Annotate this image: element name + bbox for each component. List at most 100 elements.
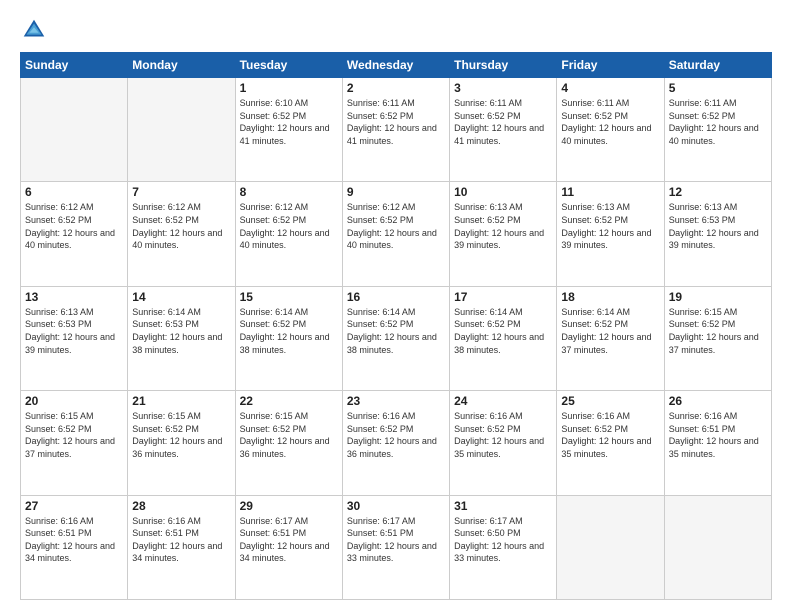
logo-icon: [20, 16, 48, 44]
calendar-cell: 24Sunrise: 6:16 AMSunset: 6:52 PMDayligh…: [450, 391, 557, 495]
day-info: Sunrise: 6:12 AMSunset: 6:52 PMDaylight:…: [25, 201, 123, 251]
day-number: 2: [347, 81, 445, 95]
logo: [20, 16, 52, 44]
day-info: Sunrise: 6:15 AMSunset: 6:52 PMDaylight:…: [132, 410, 230, 460]
day-info: Sunrise: 6:10 AMSunset: 6:52 PMDaylight:…: [240, 97, 338, 147]
day-info: Sunrise: 6:11 AMSunset: 6:52 PMDaylight:…: [669, 97, 767, 147]
day-info: Sunrise: 6:17 AMSunset: 6:51 PMDaylight:…: [347, 515, 445, 565]
calendar-cell: 19Sunrise: 6:15 AMSunset: 6:52 PMDayligh…: [664, 286, 771, 390]
calendar-table: SundayMondayTuesdayWednesdayThursdayFrid…: [20, 52, 772, 600]
calendar-cell: 26 Sunrise: 6:16 AMSunset: 6:51 PMDayligh…: [664, 391, 771, 495]
calendar-cell: 7Sunrise: 6:12 AMSunset: 6:52 PMDaylight…: [128, 182, 235, 286]
weekday-header: Monday: [128, 53, 235, 78]
calendar-cell: 11 Sunrise: 6:13 AMSunset: 6:52 PMDayligh…: [557, 182, 664, 286]
calendar-cell: 20 Sunrise: 6:15 AMSunset: 6:52 PMDayligh…: [21, 391, 128, 495]
day-number: 29: [240, 499, 338, 513]
day-number: 8: [240, 185, 338, 199]
weekday-header: Saturday: [664, 53, 771, 78]
calendar-cell: 8 Sunrise: 6:12 AMSunset: 6:52 PMDaylight…: [235, 182, 342, 286]
day-number: 30: [347, 499, 445, 513]
day-info: Sunrise: 6:12 AMSunset: 6:52 PMDaylight:…: [132, 201, 230, 251]
day-info: Sunrise: 6:14 AMSunset: 6:52 PMDaylight:…: [561, 306, 659, 356]
header: [20, 16, 772, 44]
calendar-cell: 15Sunrise: 6:14 AMSunset: 6:52 PMDayligh…: [235, 286, 342, 390]
calendar-cell: 29 Sunrise: 6:17 AMSunset: 6:51 PMDayligh…: [235, 495, 342, 599]
day-info: Sunrise: 6:16 AMSunset: 6:52 PMDaylight:…: [561, 410, 659, 460]
day-number: 12: [669, 185, 767, 199]
calendar-cell: 5 Sunrise: 6:11 AMSunset: 6:52 PMDaylight…: [664, 78, 771, 182]
day-number: 31: [454, 499, 552, 513]
calendar-cell: 10 Sunrise: 6:13 AMSunset: 6:52 PMDayligh…: [450, 182, 557, 286]
day-number: 28: [132, 499, 230, 513]
day-info: Sunrise: 6:16 AMSunset: 6:52 PMDaylight:…: [454, 410, 552, 460]
day-number: 13: [25, 290, 123, 304]
calendar-cell: 1 Sunrise: 6:10 AMSunset: 6:52 PMDaylight…: [235, 78, 342, 182]
weekday-header: Wednesday: [342, 53, 449, 78]
calendar-cell: 2 Sunrise: 6:11 AMSunset: 6:52 PMDaylight…: [342, 78, 449, 182]
calendar-cell: 30 Sunrise: 6:17 AMSunset: 6:51 PMDayligh…: [342, 495, 449, 599]
day-info: Sunrise: 6:14 AMSunset: 6:53 PMDaylight:…: [132, 306, 230, 356]
day-info: Sunrise: 6:13 AMSunset: 6:52 PMDaylight:…: [561, 201, 659, 251]
day-info: Sunrise: 6:11 AMSunset: 6:52 PMDaylight:…: [454, 97, 552, 147]
day-number: 22: [240, 394, 338, 408]
day-number: 17: [454, 290, 552, 304]
weekday-header: Sunday: [21, 53, 128, 78]
calendar-cell: 27 Sunrise: 6:16 AMSunset: 6:51 PMDayligh…: [21, 495, 128, 599]
day-number: 25: [561, 394, 659, 408]
calendar-cell: 28 Sunrise: 6:16 AMSunset: 6:51 PMDayligh…: [128, 495, 235, 599]
day-number: 14: [132, 290, 230, 304]
day-number: 4: [561, 81, 659, 95]
day-info: Sunrise: 6:14 AMSunset: 6:52 PMDaylight:…: [347, 306, 445, 356]
day-number: 16: [347, 290, 445, 304]
day-number: 21: [132, 394, 230, 408]
day-info: Sunrise: 6:17 AMSunset: 6:51 PMDaylight:…: [240, 515, 338, 565]
day-number: 19: [669, 290, 767, 304]
calendar-cell: 25 Sunrise: 6:16 AMSunset: 6:52 PMDayligh…: [557, 391, 664, 495]
day-info: Sunrise: 6:11 AMSunset: 6:52 PMDaylight:…: [561, 97, 659, 147]
day-info: Sunrise: 6:16 AMSunset: 6:51 PMDaylight:…: [132, 515, 230, 565]
day-number: 11: [561, 185, 659, 199]
day-info: Sunrise: 6:16 AMSunset: 6:51 PMDaylight:…: [669, 410, 767, 460]
day-info: Sunrise: 6:11 AMSunset: 6:52 PMDaylight:…: [347, 97, 445, 147]
day-info: Sunrise: 6:12 AMSunset: 6:52 PMDaylight:…: [347, 201, 445, 251]
calendar-cell: 6 Sunrise: 6:12 AMSunset: 6:52 PMDaylight…: [21, 182, 128, 286]
calendar-cell: 17 Sunrise: 6:14 AMSunset: 6:52 PMDayligh…: [450, 286, 557, 390]
day-info: Sunrise: 6:14 AMSunset: 6:52 PMDaylight:…: [454, 306, 552, 356]
day-info: Sunrise: 6:13 AMSunset: 6:52 PMDaylight:…: [454, 201, 552, 251]
day-number: 5: [669, 81, 767, 95]
calendar-cell: 18Sunrise: 6:14 AMSunset: 6:52 PMDayligh…: [557, 286, 664, 390]
calendar-cell: 4 Sunrise: 6:11 AMSunset: 6:52 PMDaylight…: [557, 78, 664, 182]
day-number: 20: [25, 394, 123, 408]
day-info: Sunrise: 6:17 AMSunset: 6:50 PMDaylight:…: [454, 515, 552, 565]
calendar-cell: 16 Sunrise: 6:14 AMSunset: 6:52 PMDayligh…: [342, 286, 449, 390]
day-number: 26: [669, 394, 767, 408]
calendar-cell: [664, 495, 771, 599]
day-number: 1: [240, 81, 338, 95]
page: SundayMondayTuesdayWednesdayThursdayFrid…: [0, 0, 792, 612]
calendar-cell: 9 Sunrise: 6:12 AMSunset: 6:52 PMDaylight…: [342, 182, 449, 286]
day-number: 10: [454, 185, 552, 199]
calendar-cell: 22 Sunrise: 6:15 AMSunset: 6:52 PMDayligh…: [235, 391, 342, 495]
day-info: Sunrise: 6:12 AMSunset: 6:52 PMDaylight:…: [240, 201, 338, 251]
day-info: Sunrise: 6:15 AMSunset: 6:52 PMDaylight:…: [25, 410, 123, 460]
calendar-cell: 12 Sunrise: 6:13 AMSunset: 6:53 PMDayligh…: [664, 182, 771, 286]
calendar-cell: 3 Sunrise: 6:11 AMSunset: 6:52 PMDaylight…: [450, 78, 557, 182]
day-number: 23: [347, 394, 445, 408]
day-info: Sunrise: 6:14 AMSunset: 6:52 PMDaylight:…: [240, 306, 338, 356]
day-info: Sunrise: 6:13 AMSunset: 6:53 PMDaylight:…: [25, 306, 123, 356]
calendar-cell: [128, 78, 235, 182]
day-number: 27: [25, 499, 123, 513]
calendar-cell: [557, 495, 664, 599]
day-number: 6: [25, 185, 123, 199]
day-info: Sunrise: 6:16 AMSunset: 6:52 PMDaylight:…: [347, 410, 445, 460]
day-info: Sunrise: 6:15 AMSunset: 6:52 PMDaylight:…: [240, 410, 338, 460]
day-info: Sunrise: 6:13 AMSunset: 6:53 PMDaylight:…: [669, 201, 767, 251]
day-number: 3: [454, 81, 552, 95]
weekday-header: Friday: [557, 53, 664, 78]
calendar-cell: 13 Sunrise: 6:13 AMSunset: 6:53 PMDayligh…: [21, 286, 128, 390]
day-number: 9: [347, 185, 445, 199]
calendar-cell: 14 Sunrise: 6:14 AMSunset: 6:53 PMDayligh…: [128, 286, 235, 390]
day-info: Sunrise: 6:16 AMSunset: 6:51 PMDaylight:…: [25, 515, 123, 565]
calendar-cell: 31 Sunrise: 6:17 AMSunset: 6:50 PMDayligh…: [450, 495, 557, 599]
calendar-cell: 23 Sunrise: 6:16 AMSunset: 6:52 PMDayligh…: [342, 391, 449, 495]
